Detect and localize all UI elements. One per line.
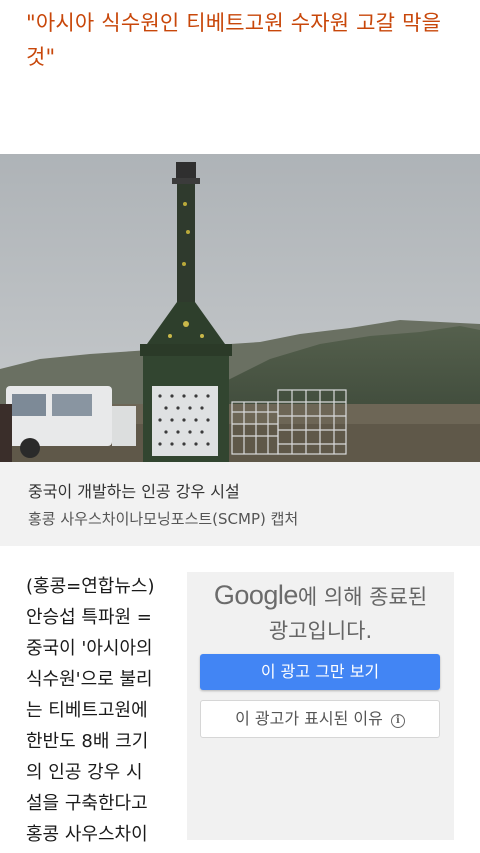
headline-line-2: 것" — [26, 45, 56, 69]
article-headline: "아시아 식수원인 티베트고원 수자원 고갈 막을 것" — [26, 6, 466, 74]
body-line: (홍콩=연합뉴스) — [26, 576, 155, 597]
rainmaking-facility-image — [0, 154, 480, 462]
caption-credit: 홍콩 사우스차이나모닝포스트(SCMP) 캡처 — [28, 510, 299, 528]
body-line: 의 인공 강우 시 — [26, 762, 143, 783]
ad-closed-message: Google에 의해 종료된 광고입니다. — [187, 578, 454, 648]
body-line: 안승섭 특파원 = — [26, 607, 152, 628]
why-this-ad-label: 이 광고가 표시된 이유 — [235, 709, 383, 728]
headline-line-1: "아시아 식수원인 티베트고원 수자원 고갈 막을 — [26, 11, 442, 35]
photo-caption: 중국이 개발하는 인공 강우 시설 홍콩 사우스차이나모닝포스트(SCMP) 캡… — [0, 462, 480, 546]
body-line: 한반도 8배 크기 — [26, 731, 149, 752]
body-line: 중국이 '아시아의 — [26, 638, 153, 659]
ad-message-rest: 에 의해 종료된 — [297, 585, 428, 609]
body-line: 설을 구축한다고 — [26, 793, 148, 814]
why-this-ad-button[interactable]: 이 광고가 표시된 이유 i — [200, 700, 440, 738]
caption-title: 중국이 개발하는 인공 강우 시설 — [28, 482, 240, 501]
stop-seeing-ad-button[interactable]: 이 광고 그만 보기 — [200, 654, 440, 690]
info-icon: i — [390, 714, 405, 728]
google-logo: Google — [213, 580, 299, 610]
article-photo — [0, 154, 480, 462]
body-line: 식수원'으로 불리 — [26, 669, 153, 690]
ad-message-line-2: 광고입니다. — [268, 619, 373, 643]
article-body: (홍콩=연합뉴스) 안승섭 특파원 = 중국이 '아시아의 식수원'으로 불리 … — [26, 571, 186, 850]
body-line: 홍콩 사우스차이 — [26, 824, 148, 845]
closed-ad-panel: Google에 의해 종료된 광고입니다. 이 광고 그만 보기 이 광고가 표… — [187, 572, 454, 840]
body-line: 는 티베트고원에 — [26, 700, 148, 721]
